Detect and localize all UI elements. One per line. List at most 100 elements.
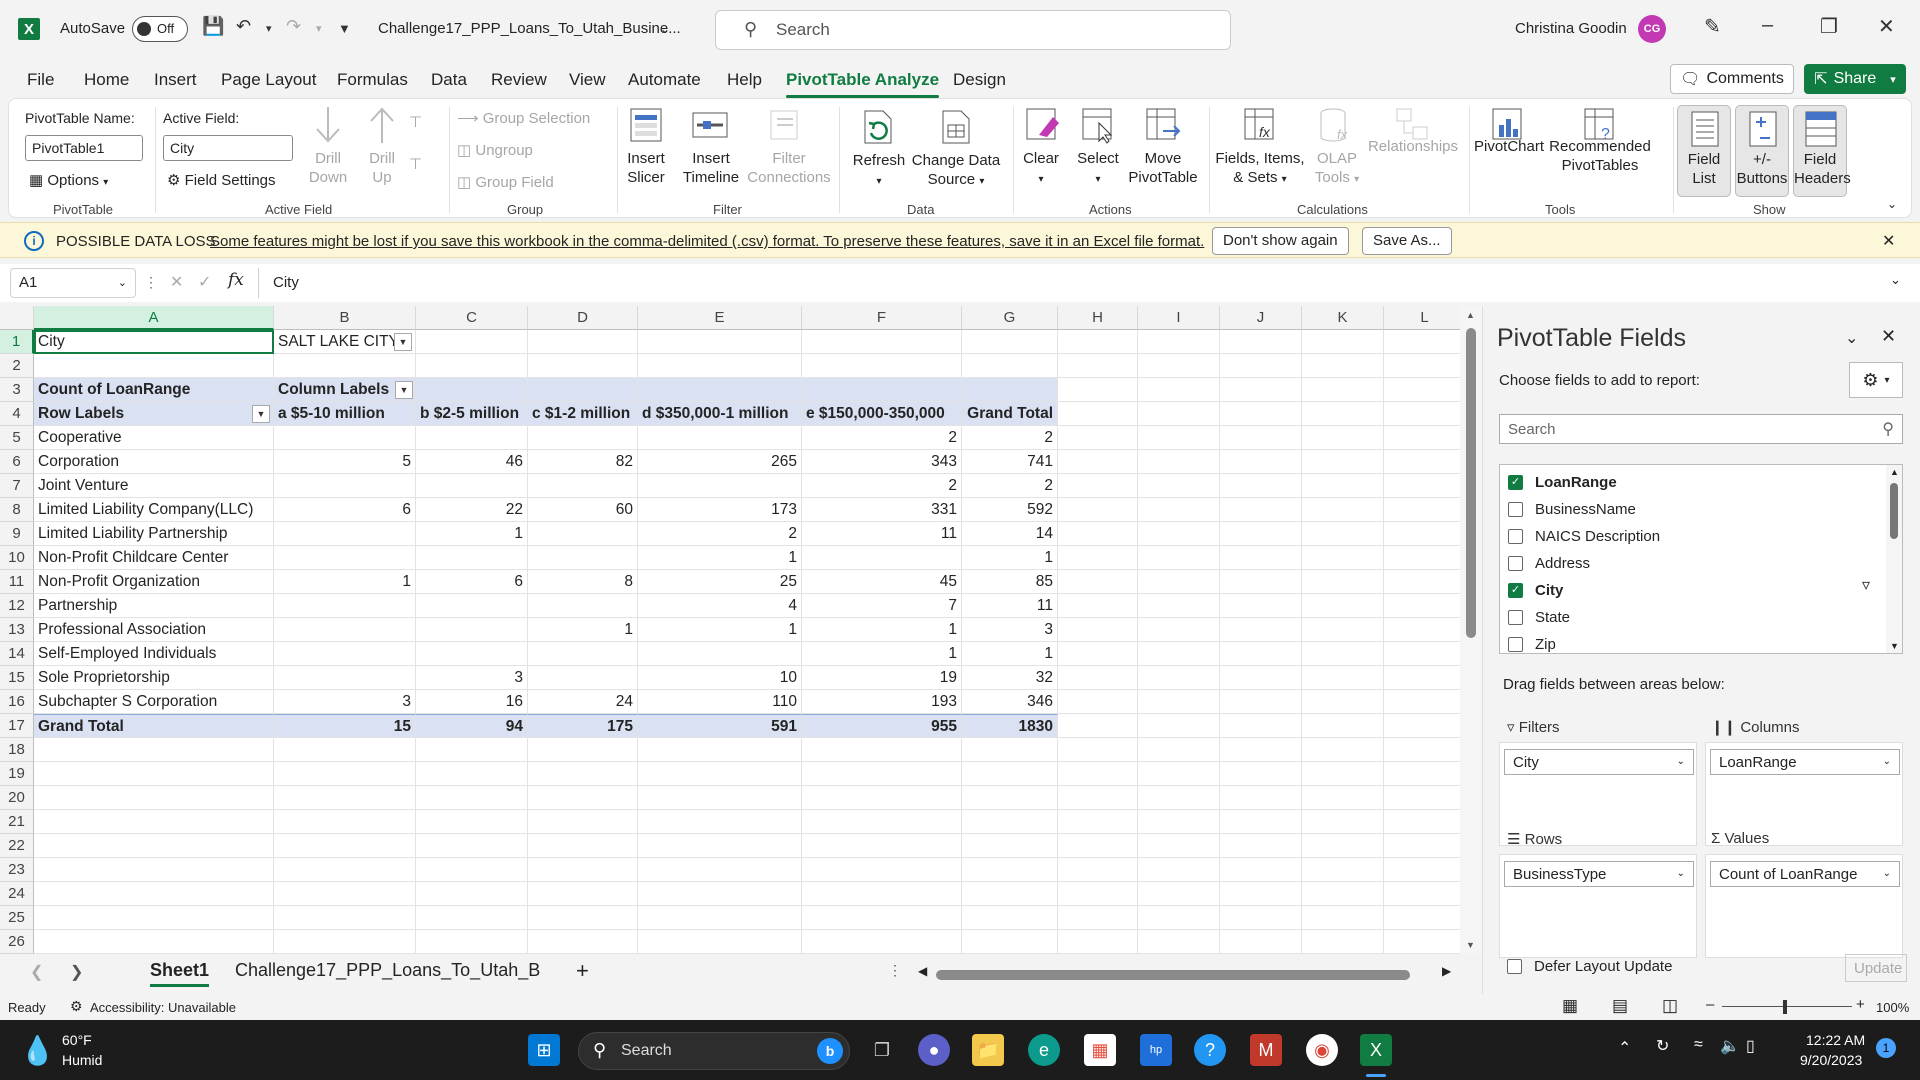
pivot-value-cell[interactable]	[274, 594, 416, 618]
pivot-grand-total-value[interactable]: 955	[802, 714, 962, 738]
cell[interactable]	[1384, 354, 1466, 378]
cell[interactable]	[1302, 762, 1384, 786]
cell[interactable]	[274, 930, 416, 954]
cell[interactable]	[1058, 762, 1138, 786]
column-header-f[interactable]: F	[802, 306, 962, 330]
cell[interactable]	[1138, 522, 1220, 546]
pivot-value-cell[interactable]: 592	[962, 498, 1058, 522]
cell[interactable]	[1302, 618, 1384, 642]
pivot-value-cell[interactable]: 19	[802, 666, 962, 690]
cell[interactable]	[1302, 858, 1384, 882]
cell[interactable]	[1302, 786, 1384, 810]
cell[interactable]	[34, 738, 274, 762]
pivot-value-cell[interactable]: 8	[528, 570, 638, 594]
select-all-corner[interactable]	[0, 306, 34, 330]
rows-area[interactable]: BusinessType ⌄	[1499, 854, 1697, 958]
pivot-column-header[interactable]: d $350,000-1 million	[638, 402, 802, 426]
checkbox-icon[interactable]: ✓	[1508, 582, 1523, 598]
row-header-14[interactable]: 14	[0, 642, 34, 666]
weather-desc[interactable]: Humid	[62, 1052, 102, 1068]
myhp-icon[interactable]: hp	[1140, 1034, 1172, 1066]
fields-items-sets-button[interactable]: Fields, Items, & Sets ▾	[1215, 149, 1305, 189]
cell[interactable]	[1058, 522, 1138, 546]
pivot-value-cell[interactable]	[274, 642, 416, 666]
zoom-in-icon[interactable]: +	[1856, 996, 1865, 1013]
update-button[interactable]: Update	[1845, 954, 1907, 982]
cell[interactable]	[416, 354, 528, 378]
row-header-21[interactable]: 21	[0, 810, 34, 834]
windows-start-icon[interactable]: ⊞	[528, 1034, 560, 1066]
cell[interactable]	[528, 330, 638, 354]
tab-review[interactable]: Review	[491, 70, 547, 90]
cell[interactable]	[1384, 330, 1466, 354]
pivot-row-label[interactable]: Non-Profit Organization	[34, 570, 274, 594]
cell[interactable]	[34, 762, 274, 786]
undo-icon[interactable]: ↶	[236, 16, 251, 37]
cell[interactable]	[1220, 762, 1302, 786]
pivot-row-label[interactable]: Limited Liability Partnership	[34, 522, 274, 546]
sync-icon[interactable]: ↻	[1656, 1036, 1669, 1056]
collapse-field-icon[interactable]: ⊤	[409, 155, 422, 174]
row-header-5[interactable]: 5	[0, 426, 34, 450]
clear-button[interactable]: Clear ▾	[1017, 149, 1065, 189]
recommended-pivottables-button[interactable]: Recommended PivotTables	[1545, 137, 1655, 175]
refresh-button[interactable]: Refresh ▾	[849, 151, 909, 191]
cell[interactable]	[528, 786, 638, 810]
pivot-value-cell[interactable]: 1	[802, 618, 962, 642]
move-pivottable-button[interactable]: Move PivotTable	[1125, 149, 1201, 187]
column-header-k[interactable]: K	[1302, 306, 1384, 330]
cell[interactable]	[962, 858, 1058, 882]
pivot-count-label[interactable]: Count of LoanRange	[34, 378, 274, 402]
relationships-button[interactable]: Relationships	[1361, 137, 1465, 156]
battery-icon[interactable]: ▯	[1746, 1036, 1755, 1056]
pivot-value-cell[interactable]: 1	[638, 546, 802, 570]
pivot-value-cell[interactable]: 2	[802, 426, 962, 450]
cell[interactable]	[1058, 402, 1138, 426]
cell[interactable]	[962, 810, 1058, 834]
page-break-view-icon[interactable]: ◫	[1662, 996, 1678, 1016]
cell[interactable]	[1384, 930, 1466, 954]
cell[interactable]	[274, 906, 416, 930]
cell[interactable]	[274, 738, 416, 762]
cell[interactable]	[274, 354, 416, 378]
cell[interactable]	[1138, 834, 1220, 858]
name-box[interactable]: A1 ⌄	[10, 268, 136, 298]
field-item-city[interactable]: ✓ City	[1508, 579, 1563, 601]
column-header-d[interactable]: D	[528, 306, 638, 330]
row-header-13[interactable]: 13	[0, 618, 34, 642]
pivot-value-cell[interactable]	[528, 522, 638, 546]
cell[interactable]	[962, 330, 1058, 354]
cell[interactable]	[962, 906, 1058, 930]
zoom-level[interactable]: 100%	[1876, 1000, 1909, 1015]
pivot-value-cell[interactable]	[528, 474, 638, 498]
save-icon[interactable]: 💾	[202, 16, 224, 37]
cell[interactable]	[1138, 906, 1220, 930]
cell[interactable]	[1058, 426, 1138, 450]
cell[interactable]	[34, 834, 274, 858]
cell[interactable]	[528, 810, 638, 834]
pivot-row-label[interactable]: Limited Liability Company(LLC)	[34, 498, 274, 522]
zoom-out-icon[interactable]: –	[1706, 996, 1714, 1013]
redo-icon[interactable]: ↷	[286, 16, 301, 37]
field-headers-button[interactable]: Field Headers	[1793, 105, 1851, 197]
cell[interactable]	[528, 858, 638, 882]
cell[interactable]	[1220, 882, 1302, 906]
cell[interactable]	[802, 762, 962, 786]
tab-formulas[interactable]: Formulas	[337, 70, 408, 90]
cell[interactable]	[1384, 378, 1466, 402]
formula-input[interactable]: City	[258, 268, 1910, 298]
row-header-23[interactable]: 23	[0, 858, 34, 882]
pivot-value-cell[interactable]	[274, 546, 416, 570]
document-title[interactable]: Challenge17_PPP_Loans_To_Utah_Busine...	[378, 20, 681, 37]
pivot-value-cell[interactable]: 5	[274, 450, 416, 474]
pivot-value-cell[interactable]	[274, 474, 416, 498]
avatar[interactable]: CG	[1638, 15, 1666, 43]
collapse-ribbon-icon[interactable]: ⌄	[1887, 195, 1897, 214]
pivot-value-cell[interactable]: 60	[528, 498, 638, 522]
cell[interactable]	[528, 354, 638, 378]
sheet-tab-sheet1[interactable]: Sheet1	[150, 960, 210, 987]
pivot-value-cell[interactable]: 2	[962, 426, 1058, 450]
cell[interactable]	[802, 330, 962, 354]
pivot-value-cell[interactable]: 110	[638, 690, 802, 714]
tab-insert[interactable]: Insert	[154, 70, 197, 90]
